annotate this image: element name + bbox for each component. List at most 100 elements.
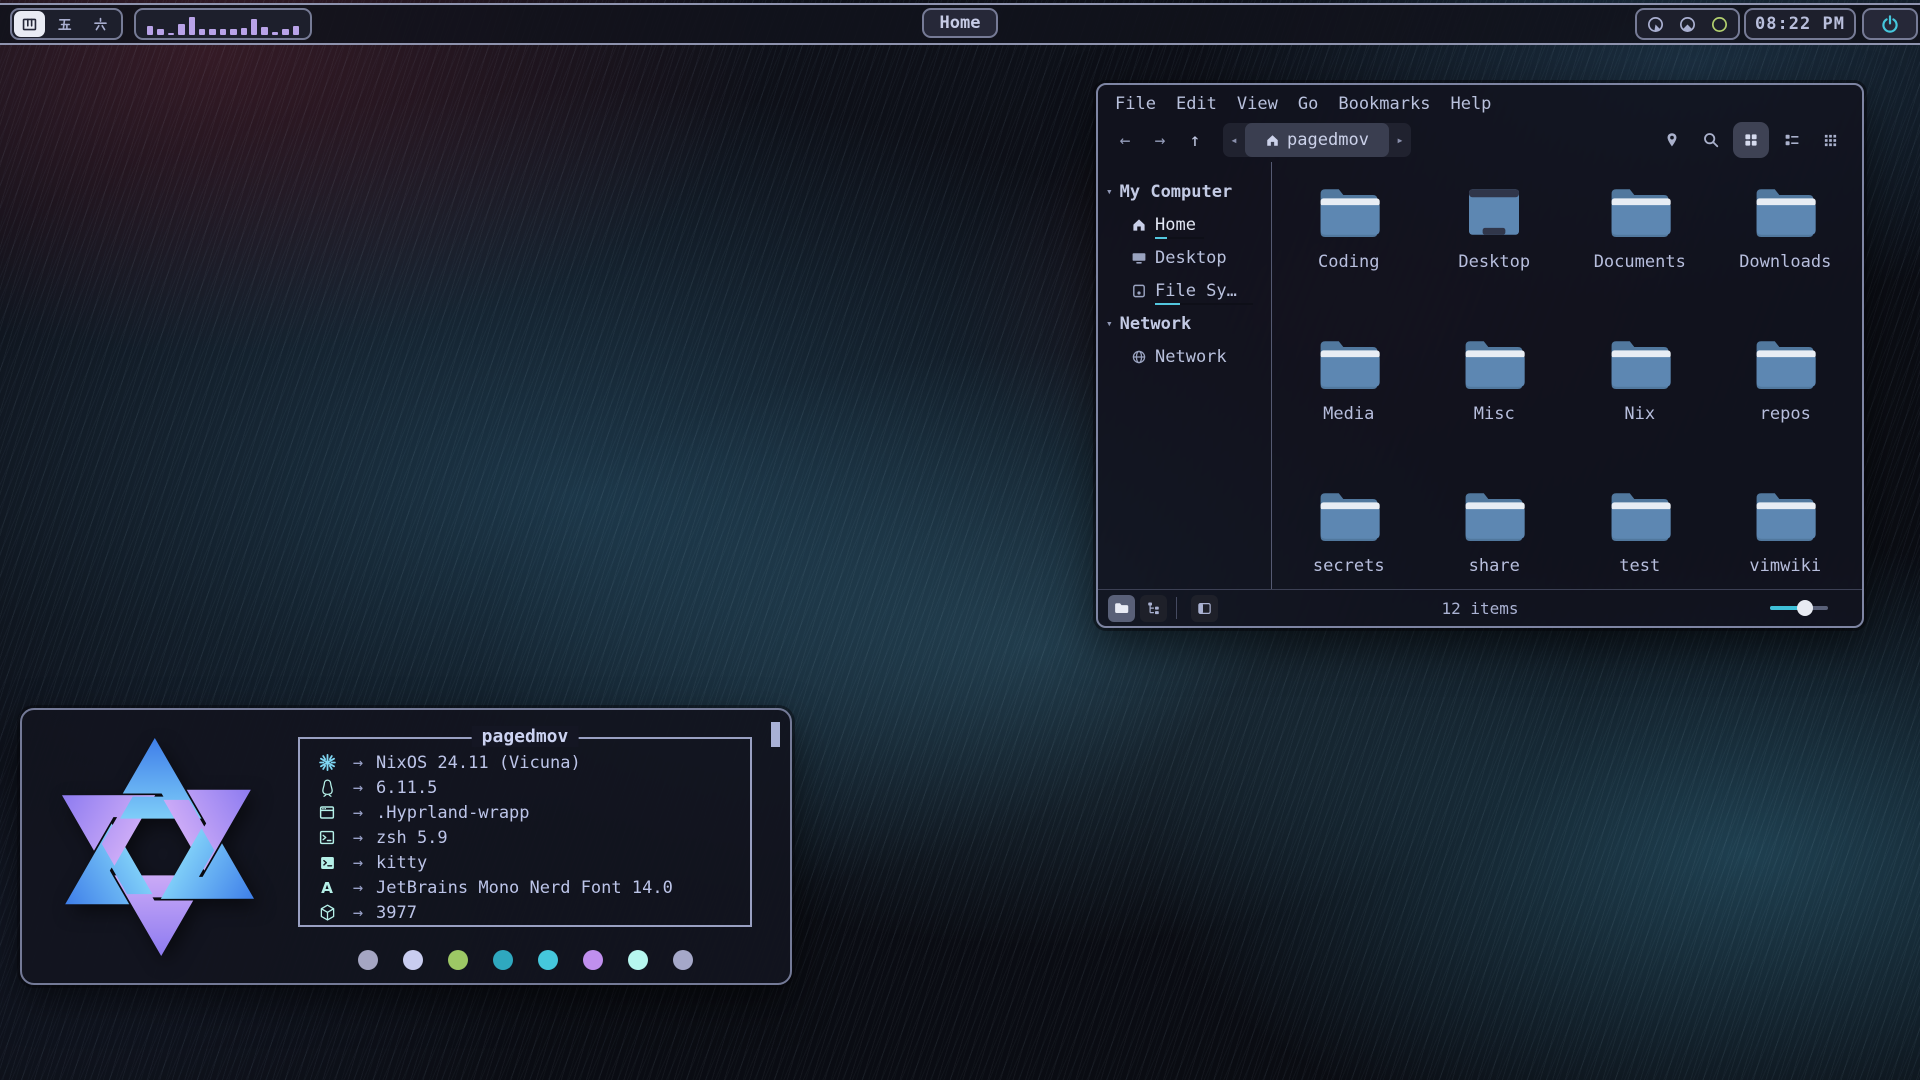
clock-widget[interactable]: 08:22 PM <box>1744 8 1856 40</box>
package-icon <box>319 904 336 922</box>
folder-item-coding[interactable]: Coding <box>1276 170 1422 322</box>
visualizer-bar <box>189 17 195 35</box>
toolbar: ← → ↑ ◂ pagedmov ▸ <box>1098 118 1862 162</box>
folder-label: vimwiki <box>1749 556 1821 576</box>
workspace-6[interactable] <box>83 11 117 37</box>
dir-tree-toggle-active[interactable] <box>1108 595 1135 622</box>
places-sidebar: ▾ My Computer Home Desktop File Sy… <box>1098 162 1272 589</box>
back-button[interactable]: ← <box>1113 130 1137 151</box>
workspace-4-active[interactable] <box>14 11 45 37</box>
menu-item-view[interactable]: View <box>1237 94 1278 116</box>
item-label: Network <box>1155 347 1227 367</box>
toolbar-icons <box>1652 122 1862 158</box>
folder-label: test <box>1619 556 1660 576</box>
sidebar-item-network[interactable]: Network <box>1098 340 1271 373</box>
folder-label: Coding <box>1318 252 1379 272</box>
desktop-icon <box>1463 187 1525 237</box>
arrow-icon: → <box>340 878 376 898</box>
menu-item-file[interactable]: File <box>1115 94 1156 116</box>
nixos-logo <box>22 710 294 983</box>
home-icon <box>1131 217 1147 233</box>
tree-view-toggle[interactable] <box>1140 595 1167 622</box>
power-button[interactable] <box>1862 8 1918 40</box>
sidebar-item-desktop[interactable]: Desktop <box>1098 241 1271 274</box>
home-button[interactable]: Home <box>922 8 998 38</box>
arrow-icon: → <box>340 903 376 923</box>
fastfetch-row-wm: →.Hyprland-wrapp <box>314 800 750 825</box>
folder-item-documents[interactable]: Documents <box>1567 170 1713 322</box>
terminal-icon <box>319 855 336 871</box>
desktop-icon <box>1131 250 1147 266</box>
menu-item-edit[interactable]: Edit <box>1176 94 1217 116</box>
font-icon: A <box>318 879 336 897</box>
icon-view-button-active[interactable] <box>1733 122 1769 158</box>
zoom-slider[interactable] <box>1770 600 1828 616</box>
folder-item-media[interactable]: Media <box>1276 322 1422 474</box>
fastfetch-row-term: →kitty <box>314 850 750 875</box>
up-button[interactable]: ↑ <box>1183 130 1207 151</box>
tree-icon <box>1146 601 1161 616</box>
shell-icon <box>318 829 336 846</box>
sidebar-item-file-system[interactable]: File Sy… <box>1098 274 1271 307</box>
window-manager-icon <box>318 804 336 821</box>
section-label: My Computer <box>1120 182 1233 202</box>
grid-view-icon <box>1743 132 1759 148</box>
folder-icon <box>1318 187 1380 237</box>
menu-item-help[interactable]: Help <box>1450 94 1491 116</box>
visualizer-bars <box>147 13 299 35</box>
folder-icon <box>1463 491 1525 541</box>
slider-thumb[interactable] <box>1797 600 1813 616</box>
folder-icon <box>1754 187 1816 237</box>
menu-item-bookmarks[interactable]: Bookmarks <box>1338 94 1430 116</box>
sidebar-item-home[interactable]: Home <box>1098 208 1271 241</box>
fastfetch-box: pagedmov →NixOS 24.11 (Vicuna)→6.11.5→.H… <box>298 737 752 927</box>
list-view-button[interactable] <box>1772 132 1811 148</box>
sidebar-section-network[interactable]: ▾ Network <box>1098 307 1271 340</box>
battery-ring-icon[interactable] <box>1710 15 1729 34</box>
audio-visualizer <box>134 8 312 40</box>
fastfetch-value: zsh 5.9 <box>376 828 448 848</box>
breadcrumb-label: pagedmov <box>1287 130 1369 150</box>
fastfetch-row-pkg: →3977 <box>314 900 750 925</box>
folder-label: Media <box>1323 404 1374 424</box>
glyph-wu-icon <box>56 16 73 33</box>
compact-view-button[interactable] <box>1811 133 1850 148</box>
location-button[interactable] <box>1652 131 1691 149</box>
folder-label: Downloads <box>1739 252 1831 272</box>
workspace-5[interactable] <box>47 11 81 37</box>
sidebar-toggle[interactable] <box>1191 595 1218 622</box>
search-button[interactable] <box>1691 131 1730 149</box>
usage-ring2-icon[interactable] <box>1678 15 1697 34</box>
sidebar-section-my-computer[interactable]: ▾ My Computer <box>1098 175 1271 208</box>
folder-item-repos[interactable]: repos <box>1713 322 1859 474</box>
fastfetch-row-kernel: →6.11.5 <box>314 775 750 800</box>
visualizer-bar <box>147 26 153 35</box>
fastfetch-title: pagedmov <box>472 726 579 747</box>
panel-icon <box>1197 601 1212 616</box>
folder-item-desktop[interactable]: Desktop <box>1422 170 1568 322</box>
folder-item-downloads[interactable]: Downloads <box>1713 170 1859 322</box>
fastfetch-value: .Hyprland-wrapp <box>376 803 530 823</box>
folder-icon <box>1609 491 1671 541</box>
breadcrumb-segment-home[interactable]: pagedmov <box>1245 123 1389 157</box>
visualizer-bar <box>293 26 299 35</box>
menu-item-go[interactable]: Go <box>1298 94 1318 116</box>
breadcrumb-prev-icon[interactable]: ◂ <box>1223 133 1245 147</box>
forward-button[interactable]: → <box>1148 130 1172 151</box>
visualizer-bar <box>168 33 174 35</box>
breadcrumb: ◂ pagedmov ▸ <box>1223 123 1411 157</box>
item-label: Desktop <box>1155 248 1227 268</box>
power-icon <box>1880 14 1900 34</box>
globe-icon <box>1131 349 1147 365</box>
search-icon <box>1702 131 1720 149</box>
usage-ring-icon[interactable] <box>1646 15 1665 34</box>
breadcrumb-next-icon[interactable]: ▸ <box>1389 133 1411 147</box>
folder-item-nix[interactable]: Nix <box>1567 322 1713 474</box>
arrow-icon: → <box>340 803 376 823</box>
folder-item-misc[interactable]: Misc <box>1422 322 1568 474</box>
home-label: Home <box>940 13 981 33</box>
nix-snowflake-icon <box>39 728 277 966</box>
visualizer-bar <box>230 29 236 35</box>
fastfetch-output: pagedmov →NixOS 24.11 (Vicuna)→6.11.5→.H… <box>294 710 790 983</box>
visualizer-bar <box>251 19 257 35</box>
